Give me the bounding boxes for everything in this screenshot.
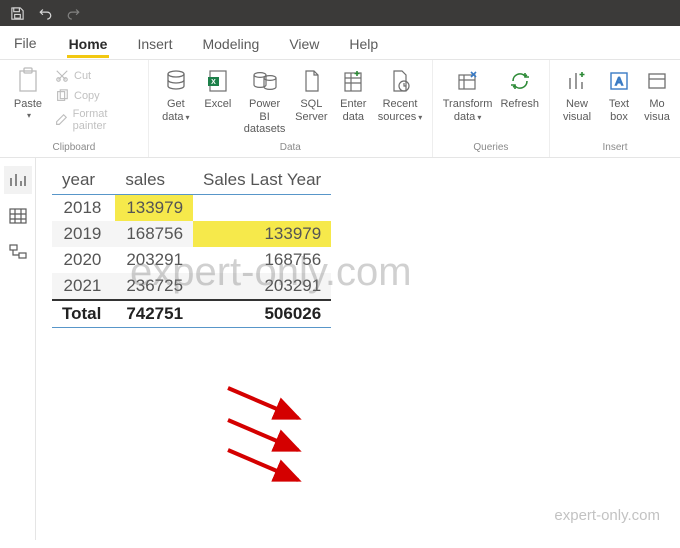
powerbi-datasets-button[interactable]: Power BIdatasets (239, 64, 291, 138)
cell-sales: 236725 (115, 273, 193, 300)
refresh-label: Refresh (500, 98, 539, 111)
clipboard-icon (16, 66, 40, 96)
tab-home[interactable]: Home (67, 30, 110, 56)
excel-button[interactable]: X Excel (197, 64, 239, 113)
refresh-icon (509, 66, 531, 96)
cell-sales: 203291 (115, 247, 193, 273)
enter-data-label: Enterdata (340, 98, 366, 123)
cell-sly (193, 195, 331, 222)
sql-label: SQLServer (295, 98, 327, 123)
svg-text:A: A (615, 76, 623, 88)
total-label: Total (52, 300, 115, 328)
sql-server-button[interactable]: SQLServer (290, 64, 332, 125)
report-view-button[interactable] (4, 166, 32, 194)
cell-year: 2019 (52, 221, 115, 247)
paste-button[interactable]: Paste ▾ (6, 64, 50, 122)
get-data-button[interactable]: Getdata▾ (155, 64, 197, 125)
redo-icon[interactable] (64, 4, 82, 22)
format-painter-button[interactable]: Format painter (54, 106, 138, 134)
table-row[interactable]: 2018 133979 (52, 195, 331, 222)
new-visual-button[interactable]: Newvisual (556, 64, 598, 125)
text-box-button[interactable]: A Textbox (598, 64, 640, 125)
brush-icon (54, 112, 69, 128)
table-row[interactable]: 2019 168756 133979 (52, 221, 331, 247)
cell-sales: 133979 (115, 195, 193, 222)
copy-button[interactable]: Copy (54, 86, 100, 106)
transform-icon (456, 66, 480, 96)
model-view-button[interactable] (4, 238, 32, 266)
more-visuals-label: Movisua (644, 98, 670, 123)
col-year[interactable]: year (52, 166, 115, 195)
view-rail (0, 158, 36, 540)
cell-year: 2021 (52, 273, 115, 300)
copy-icon (54, 88, 70, 104)
save-icon[interactable] (8, 4, 26, 22)
excel-label: Excel (204, 98, 231, 111)
new-visual-label: Newvisual (563, 98, 591, 123)
textbox-icon: A (608, 66, 630, 96)
enter-data-icon (342, 66, 364, 96)
cell-sales: 168756 (115, 221, 193, 247)
title-bar (0, 0, 680, 26)
chart-icon (566, 66, 588, 96)
group-label-insert: Insert (550, 142, 680, 157)
format-painter-label: Format painter (73, 108, 138, 132)
more-visuals-icon (647, 66, 667, 96)
table-row[interactable]: 2020 203291 168756 (52, 247, 331, 273)
annotation-arrows (88, 328, 408, 548)
data-view-button[interactable] (4, 202, 32, 230)
database-icon (165, 66, 187, 96)
text-box-label: Textbox (609, 98, 629, 123)
svg-text:X: X (211, 79, 216, 86)
tab-modeling[interactable]: Modeling (200, 30, 261, 56)
report-canvas[interactable]: year sales Sales Last Year 2018 133979 2… (36, 158, 680, 540)
tab-insert[interactable]: Insert (135, 30, 174, 56)
transform-label: Transformdata▾ (443, 98, 493, 123)
cell-year: 2020 (52, 247, 115, 273)
excel-icon: X (207, 66, 229, 96)
get-data-label: Getdata▾ (162, 98, 189, 123)
copy-label: Copy (74, 90, 100, 102)
refresh-button[interactable]: Refresh (496, 64, 543, 113)
tab-view[interactable]: View (287, 30, 321, 56)
file-menu[interactable]: File (12, 31, 39, 55)
col-sales[interactable]: sales (115, 166, 193, 195)
group-label-queries: Queries (433, 142, 549, 157)
table-total-row: Total 742751 506026 (52, 300, 331, 328)
scissors-icon (54, 68, 70, 84)
table-visual[interactable]: year sales Sales Last Year 2018 133979 2… (52, 166, 331, 328)
cell-sly: 203291 (193, 273, 331, 300)
more-visuals-button[interactable]: Movisua (640, 64, 674, 125)
datasets-icon (252, 66, 278, 96)
table-row[interactable]: 2021 236725 203291 (52, 273, 331, 300)
group-label-clipboard: Clipboard (0, 142, 148, 157)
cut-button[interactable]: Cut (54, 66, 91, 86)
recent-label: Recentsources▾ (378, 98, 423, 123)
enter-data-button[interactable]: Enterdata (332, 64, 374, 125)
paste-label: Paste (14, 98, 42, 111)
total-sales: 742751 (115, 300, 193, 328)
tab-help[interactable]: Help (347, 30, 380, 56)
group-label-data: Data (149, 142, 432, 157)
datasets-label: Power BIdatasets (243, 98, 287, 136)
cell-year: 2018 (52, 195, 115, 222)
total-sly: 506026 (193, 300, 331, 328)
ribbon: Paste ▾ Cut (0, 60, 680, 158)
chevron-down-icon: ▾ (27, 111, 31, 120)
sql-icon (301, 66, 321, 96)
recent-icon (389, 66, 411, 96)
recent-sources-button[interactable]: Recentsources▾ (374, 64, 425, 125)
cell-sly: 168756 (193, 247, 331, 273)
col-sales-last-year[interactable]: Sales Last Year (193, 166, 331, 195)
ribbon-tab-strip: File Home Insert Modeling View Help (0, 26, 680, 60)
cut-label: Cut (74, 70, 91, 82)
undo-icon[interactable] (36, 4, 54, 22)
cell-sly: 133979 (193, 221, 331, 247)
transform-data-button[interactable]: Transformdata▾ (439, 64, 497, 125)
